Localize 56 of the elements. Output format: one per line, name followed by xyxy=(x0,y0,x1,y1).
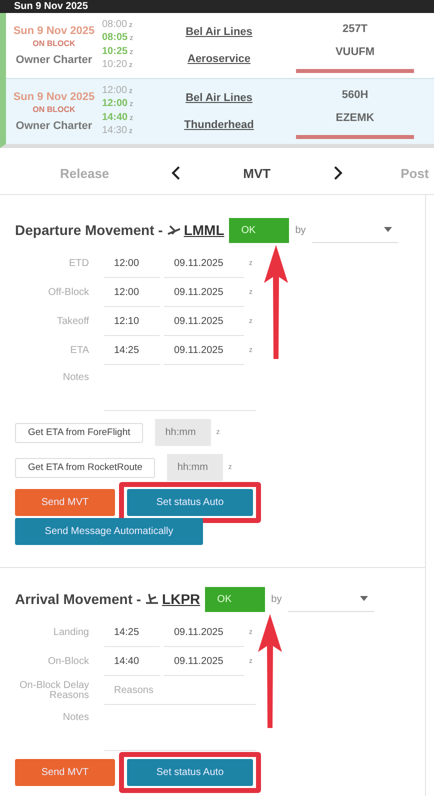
get-eta-button[interactable]: Get ETA from RocketRoute xyxy=(15,458,156,478)
chevron-right-icon[interactable] xyxy=(332,166,343,180)
airport-link[interactable]: LKPR xyxy=(162,591,200,607)
time-field[interactable]: 12:00 xyxy=(104,278,160,306)
time-field[interactable]: 14:40 xyxy=(104,648,160,676)
flight-date: Sun 9 Nov 2025 xyxy=(13,25,95,37)
tab[interactable]: MVT xyxy=(243,166,271,180)
field-label: On-Block Delay Reasons xyxy=(18,680,89,700)
landing-plane-icon xyxy=(145,593,160,605)
status-auto-button[interactable]: Set status Auto xyxy=(127,489,253,516)
eta-time-field[interactable]: hh:mm xyxy=(155,419,212,446)
field-label: ETA xyxy=(69,346,89,356)
flight-date: Sun 9 Nov 2025 xyxy=(13,91,95,103)
section-title: Arrival Movement - xyxy=(15,591,142,607)
flight-code: VUUFM xyxy=(335,46,375,58)
time-field[interactable]: 14:25 xyxy=(104,618,160,646)
flight-code: EZEMK xyxy=(336,112,374,124)
time-field[interactable]: 12:00 xyxy=(104,250,160,278)
date-field[interactable]: 09.11.2025 xyxy=(164,278,244,306)
status-auto-button[interactable]: Set status Auto xyxy=(127,759,253,786)
field-label: Notes xyxy=(62,713,89,723)
eta-time-field[interactable]: hh:mm xyxy=(167,454,224,481)
takeoff-plane-icon xyxy=(166,224,181,236)
airport-link[interactable]: LMML xyxy=(184,222,224,238)
chevron-left-icon[interactable] xyxy=(171,166,182,180)
operator-link[interactable]: Aeroservice xyxy=(188,52,250,65)
date-field[interactable]: 09.11.2025 xyxy=(164,308,244,336)
caret-icon xyxy=(384,227,392,232)
flight-status: ON BLOCK xyxy=(32,39,76,48)
get-eta-button[interactable]: Get ETA from ForeFlight xyxy=(15,422,144,442)
time-field[interactable]: 12:10 xyxy=(104,308,160,336)
time-field[interactable]: 14:25 xyxy=(104,336,160,364)
by-label: by xyxy=(271,594,282,604)
date-field[interactable]: 09.11.2025 xyxy=(164,336,244,364)
date-field[interactable]: 09.11.2025 xyxy=(164,250,244,278)
flight-status: ON BLOCK xyxy=(32,105,76,114)
caret-icon xyxy=(360,596,368,601)
field-label: Takeoff xyxy=(56,316,89,326)
flight-code: 257T xyxy=(342,22,368,34)
operator-link[interactable]: Bel Air Lines xyxy=(186,92,252,104)
section-title: Departure Movement - xyxy=(15,222,163,238)
field-label: Off-Block xyxy=(47,288,89,298)
field-label: On-Block xyxy=(46,656,89,666)
flight-type: Owner Charter xyxy=(16,120,92,132)
date-header: Sun 9 Nov 2025 xyxy=(14,1,88,12)
flight-type: Owner Charter xyxy=(16,54,92,66)
date-field[interactable]: 09.11.2025 xyxy=(164,618,244,646)
by-label: by xyxy=(295,224,306,236)
flight-code: 560H xyxy=(342,88,368,100)
operator-link[interactable]: Bel Air Lines xyxy=(186,26,252,38)
status-auto-button[interactable]: Send Message Automatically xyxy=(15,518,203,545)
date-field[interactable]: 09.11.2025 xyxy=(164,648,244,676)
field-label: ETD xyxy=(68,258,89,268)
field-label: Landing xyxy=(52,628,89,638)
field-label: Notes xyxy=(62,373,89,383)
operator-link[interactable]: Thunderhead xyxy=(184,118,254,131)
